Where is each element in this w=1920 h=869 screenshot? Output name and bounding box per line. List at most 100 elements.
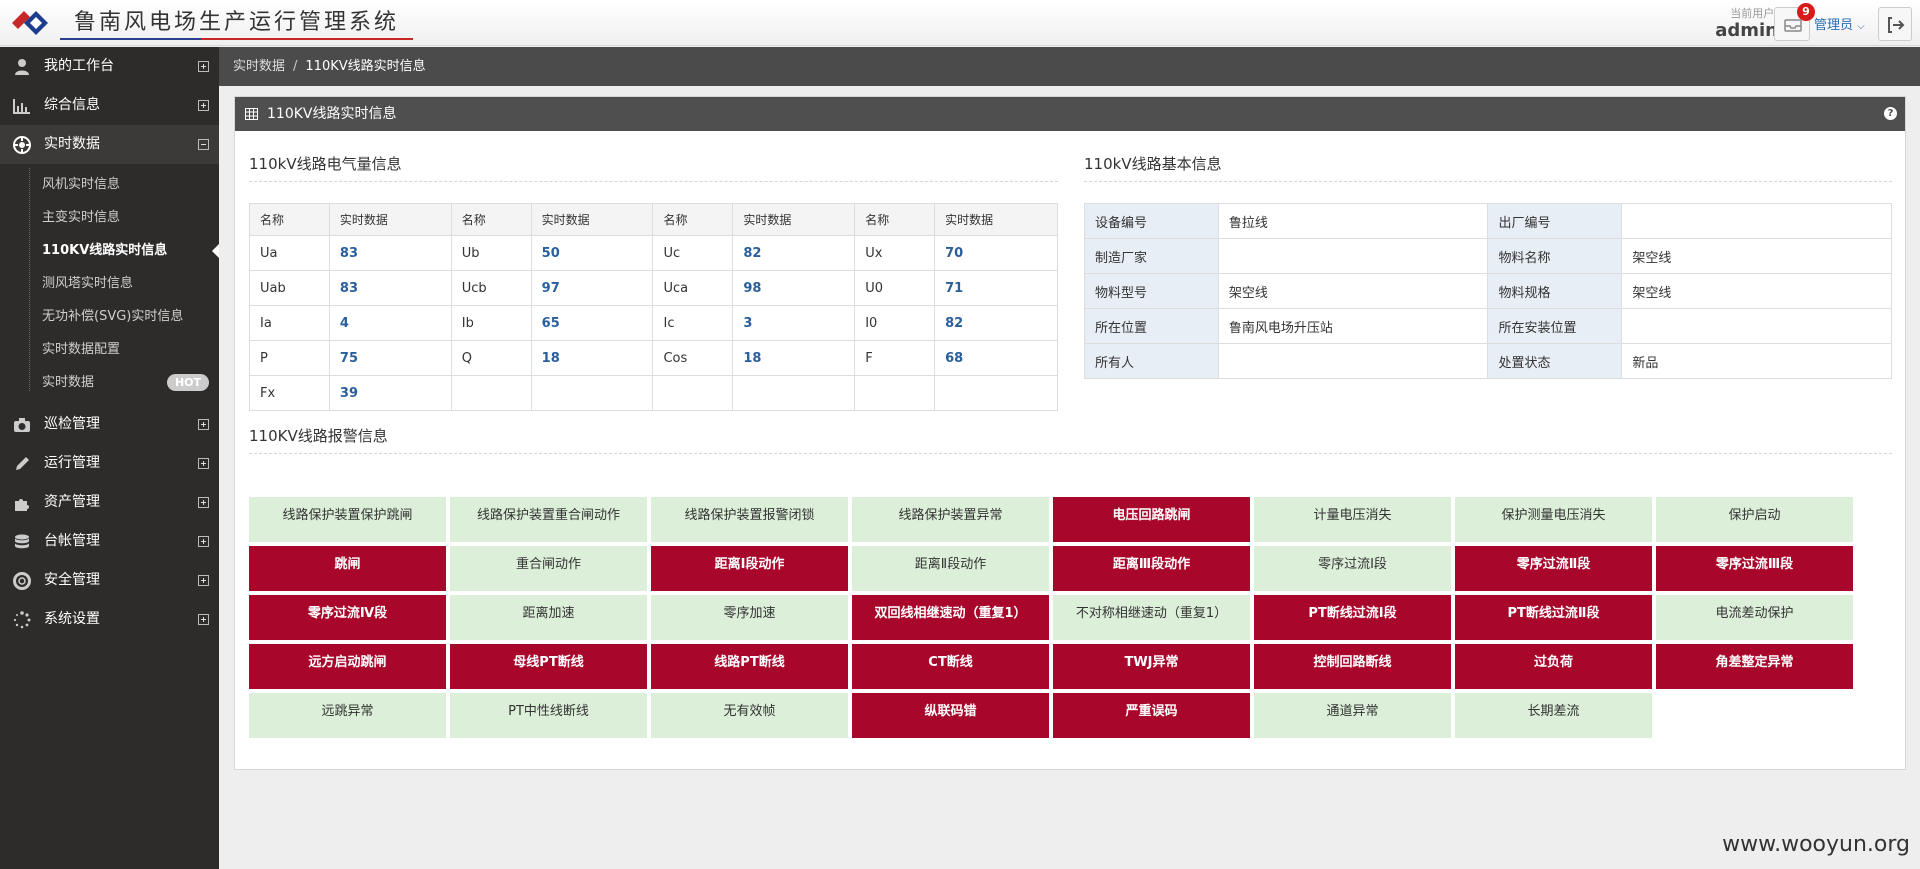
quantity-value-cell: 65 (530, 305, 654, 341)
quantity-name-cell: Uc (652, 235, 734, 271)
logo-icon (12, 11, 48, 35)
alarm-cell-active: 角差整定异常 (1656, 644, 1853, 689)
sidebar-subitem-svg[interactable]: 无功补偿(SVG)实时信息 (0, 300, 219, 333)
quantity-name-cell: U0 (854, 270, 936, 306)
field-label-cell: 物料型号 (1084, 273, 1219, 309)
alarm-cell-normal: 线路保护装置重合闸动作 (450, 497, 647, 542)
divider (1084, 181, 1892, 182)
table-row: 物料型号 架空线 物料规格 架空线 (1084, 273, 1892, 309)
quantity-name-cell: F (854, 340, 936, 376)
expand-icon[interactable] (198, 458, 209, 469)
sidebar-submenu: 风机实时信息 主变实时信息 110KV线路实时信息 测风塔实时信息 无功补偿(S… (0, 164, 219, 405)
field-label-cell: 所在安装位置 (1487, 308, 1623, 344)
hot-badge: HOT (166, 374, 209, 391)
sidebar-item-label: 台帐管理 (44, 533, 100, 549)
quantity-value-cell: 3 (732, 305, 856, 341)
alarm-cell-active: 零序过流Ⅱ段 (1455, 546, 1652, 591)
sidebar-item-workbench[interactable]: 我的工作台 (0, 47, 219, 86)
alarm-cell-normal: PT中性线断线 (450, 693, 647, 738)
alarm-cell-active: 线路PT断线 (651, 644, 848, 689)
pencil-icon (16, 457, 29, 470)
field-value-cell (1621, 203, 1892, 239)
sidebar-subitem-110kv-line[interactable]: 110KV线路实时信息 (0, 234, 219, 267)
sidebar-subitem-turbine[interactable]: 风机实时信息 (0, 168, 219, 201)
alarm-cell-normal: 线路保护装置异常 (852, 497, 1049, 542)
electrical-table: 名称 实时数据 名称 实时数据 名称 实时数据 名称 实时数据 Ua 83 Ub 50… (249, 203, 1058, 411)
help-icon[interactable]: ? (1884, 107, 1897, 120)
quantity-name-cell: Ia (249, 305, 330, 341)
breadcrumb-current: 110KV线路实时信息 (305, 59, 426, 74)
quantity-name-cell (854, 375, 936, 411)
field-label-cell: 处置状态 (1487, 343, 1623, 379)
alarm-cell-normal: 线路保护装置保护跳闸 (249, 497, 446, 542)
collapse-icon[interactable] (198, 139, 209, 150)
table-row: Fx 39 (249, 375, 1058, 411)
sidebar-subitem-transformer[interactable]: 主变实时信息 (0, 201, 219, 234)
expand-icon[interactable] (198, 100, 209, 111)
quantity-name-cell: Ua (249, 235, 330, 271)
role-menu-dropdown[interactable]: 管理员 ⌵ (1814, 14, 1865, 33)
panel-header: 110KV线路实时信息 ? (235, 97, 1905, 131)
field-label-cell: 所在位置 (1084, 308, 1219, 344)
alarm-cell-normal: 不对称相继速动（重复1） (1053, 595, 1250, 640)
sidebar-item-operation[interactable]: 运行管理 (0, 444, 219, 483)
field-label-cell: 出厂编号 (1487, 203, 1623, 239)
expand-icon[interactable] (198, 614, 209, 625)
quantity-name-cell: Ucb (450, 270, 532, 306)
sidebar-item-assets[interactable]: 资产管理 (0, 483, 219, 522)
alarm-cell-normal: 零序过流Ⅰ段 (1254, 546, 1451, 591)
expand-icon[interactable] (198, 536, 209, 547)
quantity-value-cell (732, 375, 856, 411)
table-row: P 75 Q 18 Cos 18 F 68 (249, 340, 1058, 376)
top-header: 鲁南风电场生产运行管理系统 当前用户: admin 9 管理员 ⌵ (0, 0, 1920, 46)
column-header: 名称 (652, 203, 734, 236)
logout-button[interactable] (1878, 7, 1912, 41)
quantity-name-cell: Ux (854, 235, 936, 271)
watermark: www.wooyun.org (1722, 832, 1910, 857)
alarm-cell-normal: 线路保护装置报警闭锁 (651, 497, 848, 542)
electrical-section-title: 110kV线路电气量信息 (249, 155, 402, 173)
quantity-name-cell: P (249, 340, 330, 376)
database-icon (15, 534, 29, 549)
alarm-cell-normal: 重合闸动作 (450, 546, 647, 591)
field-value-cell: 架空线 (1621, 273, 1892, 309)
alarm-cell-active: 零序过流Ⅳ段 (249, 595, 446, 640)
sidebar-subitem-realtime-data[interactable]: 实时数据 HOT (0, 366, 219, 399)
expand-icon[interactable] (198, 575, 209, 586)
field-value-cell: 架空线 (1217, 273, 1489, 309)
quantity-value-cell: 39 (328, 375, 452, 411)
alarm-cell-active: 距离Ⅲ段动作 (1053, 546, 1250, 591)
field-value-cell (1217, 343, 1489, 379)
sidebar-subitem-config[interactable]: 实时数据配置 (0, 333, 219, 366)
sidebar-item-label: 系统设置 (44, 611, 100, 627)
basic-info-table-body: 设备编号 鲁拉线 出厂编号 制造厂家 物料名称 架空线 物料型号 架空线 物料规格 架空线 所在位置… (1084, 203, 1892, 379)
expand-icon[interactable] (198, 497, 209, 508)
basic-section-title: 110kV线路基本信息 (1084, 155, 1222, 173)
gear-icon (13, 136, 31, 154)
sidebar-item-label: 实时数据 (44, 136, 100, 152)
alarm-cell-active: 跳闸 (249, 546, 446, 591)
quantity-value-cell: 82 (732, 235, 856, 271)
field-label-cell: 物料规格 (1487, 273, 1623, 309)
quantity-name-cell: Fx (249, 375, 330, 411)
alarm-cell-normal: 通道异常 (1254, 693, 1451, 738)
expand-icon[interactable] (198, 419, 209, 430)
alarm-cell-active: 零序过流Ⅲ段 (1656, 546, 1853, 591)
sidebar-item-overview[interactable]: 综合信息 (0, 86, 219, 125)
sidebar-item-realtime[interactable]: 实时数据 (0, 125, 219, 164)
quantity-value-cell: 83 (328, 270, 452, 306)
expand-icon[interactable] (198, 61, 209, 72)
sidebar-item-inspection[interactable]: 巡检管理 (0, 405, 219, 444)
sidebar-item-settings[interactable]: 系统设置 (0, 600, 219, 639)
sidebar-subitem-met-tower[interactable]: 测风塔实时信息 (0, 267, 219, 300)
basic-info-table: 设备编号 鲁拉线 出厂编号 制造厂家 物料名称 架空线 物料型号 架空线 物料规格 架空线 所在位置… (1084, 203, 1892, 379)
sidebar-item-ledger[interactable]: 台帐管理 (0, 522, 219, 561)
quantity-value-cell: 50 (530, 235, 654, 271)
alarm-cell-normal: 零序加速 (651, 595, 848, 640)
alarm-cell-normal: 无有效帧 (651, 693, 848, 738)
sidebar-item-safety[interactable]: 安全管理 (0, 561, 219, 600)
breadcrumb-parent[interactable]: 实时数据 (233, 59, 285, 74)
field-value-cell: 新品 (1621, 343, 1892, 379)
sidebar-item-label: 综合信息 (44, 97, 100, 113)
alarm-cell-normal: 距离加速 (450, 595, 647, 640)
